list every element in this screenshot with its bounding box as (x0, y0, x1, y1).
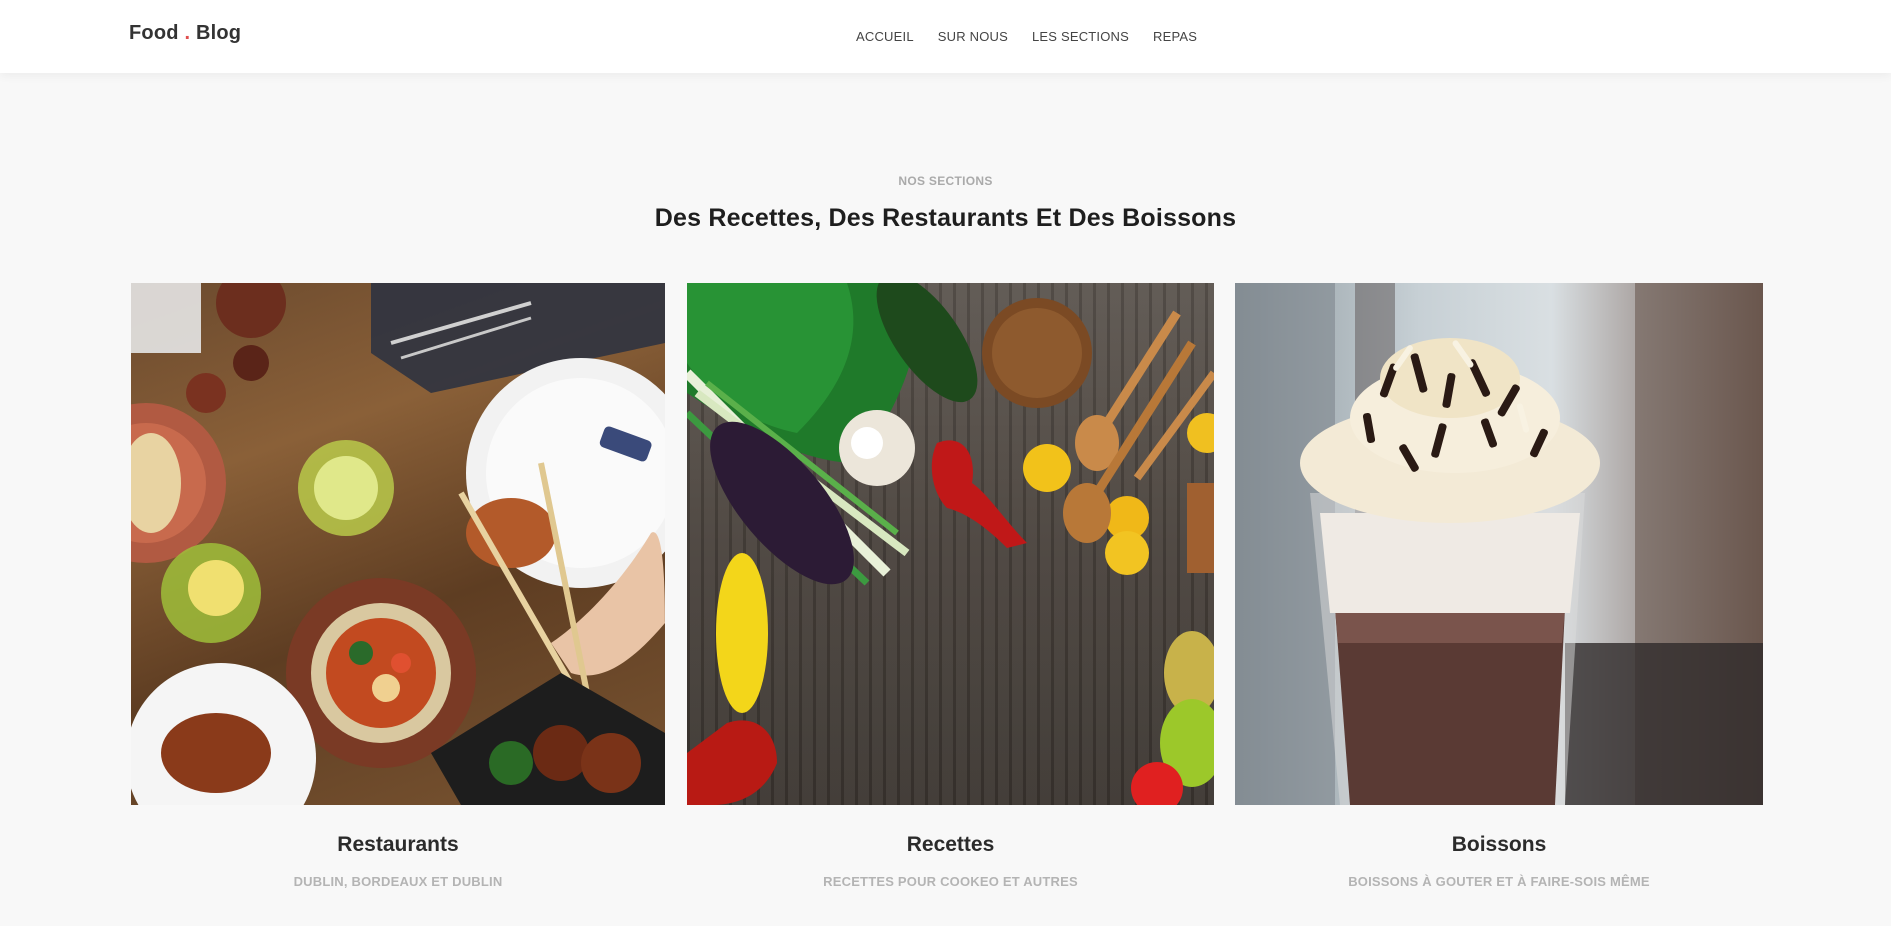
boissons-photo[interactable] (1235, 283, 1763, 805)
restaurants-photo[interactable] (131, 283, 665, 805)
section-eyebrow: NOS SECTIONS (898, 174, 993, 188)
section-title: Des Recettes, Des Restaurants Et Des Boi… (654, 204, 1237, 232)
card-subtitle: BOISSONS À GOUTER ET À FAIRE-SOIS MÊME (1348, 874, 1650, 889)
brand-logo[interactable]: Food . Blog (129, 22, 241, 45)
card-title[interactable]: Recettes (687, 833, 1214, 857)
brand-first-word: Food (129, 22, 179, 44)
brand-dot: . (184, 22, 191, 44)
card-title[interactable]: Boissons (1235, 833, 1763, 857)
brand-second-word: Blog (195, 22, 242, 44)
card-subtitle: DUBLIN, BORDEAUX ET DUBLIN (293, 874, 503, 889)
card-boissons[interactable]: Boissons BOISSONS À GOUTER ET À FAIRE-SO… (1235, 283, 1763, 889)
recettes-photo-illustration (687, 283, 1214, 805)
card-recettes[interactable]: Recettes RECETTES POUR COOKEO ET AUTRES (687, 283, 1214, 889)
boissons-photo-illustration (1235, 283, 1763, 805)
nav-link-repas[interactable]: REPAS (1153, 29, 1197, 44)
nav-link-les-sections[interactable]: LES SECTIONS (1032, 29, 1129, 44)
recettes-photo[interactable] (687, 283, 1214, 805)
card-restaurants[interactable]: Restaurants DUBLIN, BORDEAUX ET DUBLIN (131, 283, 665, 889)
navbar: Food . Blog ACCUEIL SUR NOUS LES SECTION… (0, 0, 1891, 73)
card-subtitle: RECETTES POUR COOKEO ET AUTRES (823, 874, 1078, 889)
card-title[interactable]: Restaurants (131, 833, 665, 857)
main-nav: ACCUEIL SUR NOUS LES SECTIONS REPAS (856, 28, 1197, 46)
nav-link-sur-nous[interactable]: SUR NOUS (938, 29, 1008, 44)
nav-link-accueil[interactable]: ACCUEIL (856, 29, 914, 44)
restaurants-photo-illustration (131, 283, 665, 805)
